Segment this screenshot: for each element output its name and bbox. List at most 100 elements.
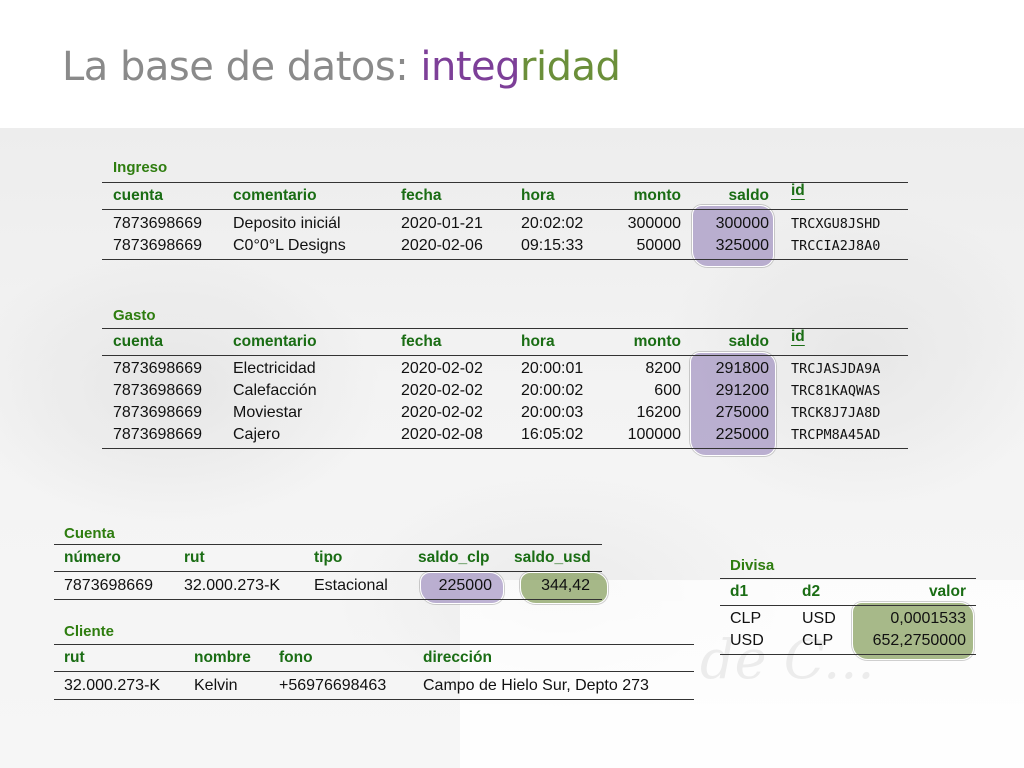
cell-comentario: Moviestar — [233, 404, 303, 421]
header-direccion: dirección — [423, 649, 492, 666]
cell-d1: USD — [730, 632, 764, 649]
header-saldo-usd: saldo_usd — [514, 549, 591, 566]
cell-fono: +56976698463 — [279, 677, 387, 694]
cliente-header-row: rut nombre fono dirección — [54, 645, 694, 671]
table-row: 7873698669 Deposito iniciál 2020-01-21 2… — [102, 213, 908, 235]
header-cuenta: cuenta — [113, 187, 163, 204]
cliente-table: Cliente rut nombre fono dirección 32.000… — [54, 622, 694, 700]
header-d1: d1 — [730, 583, 749, 600]
cell-id: TRCJASJDA9A — [791, 361, 881, 377]
header-rut: rut — [184, 549, 205, 566]
header-id: id — [791, 328, 805, 345]
header-cuenta: cuenta — [113, 333, 163, 350]
cell-saldo: 300000 — [715, 215, 769, 232]
header-id: id — [791, 182, 805, 199]
table-row: CLP USD 0,0001533 — [720, 608, 976, 630]
divisa-caption: Divisa — [730, 557, 775, 574]
cell-saldo: 225000 — [715, 426, 769, 443]
cell-saldo-clp: 225000 — [438, 577, 492, 594]
cell-monto: 8200 — [645, 360, 681, 377]
cell-comentario: Calefacción — [233, 382, 317, 399]
header-fecha: fecha — [401, 333, 442, 350]
cell-valor: 652,2750000 — [872, 632, 966, 649]
header-nombre: nombre — [194, 649, 251, 666]
slide-title: La base de datos: integridad — [62, 44, 621, 90]
cell-monto: 300000 — [627, 215, 681, 232]
cell-cuenta: 7873698669 — [113, 426, 202, 443]
cell-hora: 20:00:03 — [521, 404, 584, 421]
header-rut: rut — [64, 649, 85, 666]
cell-id: TRCK8J7JA8D — [791, 405, 881, 421]
cell-cuenta: 7873698669 — [113, 237, 202, 254]
cell-saldo: 291800 — [715, 360, 769, 377]
header-saldo-clp: saldo_clp — [418, 549, 490, 566]
divisa-header-row: d1 d2 valor — [720, 579, 976, 605]
cell-fecha: 2020-01-21 — [401, 215, 483, 232]
cell-comentario: Electricidad — [233, 360, 316, 377]
cell-comentario: Deposito iniciál — [233, 215, 341, 232]
cell-hora: 20:02:02 — [521, 215, 584, 232]
table-row: 7873698669 Cajero 2020-02-08 16:05:02 10… — [102, 424, 908, 446]
table-row: USD CLP 652,2750000 — [720, 630, 976, 652]
cell-id: TRCXGU8JSHD — [791, 216, 881, 232]
table-row: 7873698669 Electricidad 2020-02-02 20:00… — [102, 358, 908, 380]
table-row: 7873698669 C0°0°L Designs 2020-02-06 09:… — [102, 235, 908, 257]
title-part-green: ridad — [520, 44, 621, 90]
cuenta-header-row: número rut tipo saldo_clp saldo_usd — [54, 545, 602, 571]
cell-rut: 32.000.273-K — [184, 577, 281, 594]
cell-fecha: 2020-02-08 — [401, 426, 483, 443]
cell-cuenta: 7873698669 — [113, 215, 202, 232]
header-fecha: fecha — [401, 187, 442, 204]
cell-d2: CLP — [802, 632, 834, 649]
cell-fecha: 2020-02-06 — [401, 237, 483, 254]
gasto-header-row: cuenta comentario fecha hora monto saldo… — [102, 328, 908, 355]
header-fono: fono — [279, 649, 313, 666]
cell-cuenta: 7873698669 — [113, 382, 202, 399]
cell-monto: 600 — [654, 382, 681, 399]
cell-hora: 20:00:02 — [521, 382, 584, 399]
header-saldo: saldo — [728, 187, 769, 204]
table-row: 7873698669 Calefacción 2020-02-02 20:00:… — [102, 380, 908, 402]
header-hora: hora — [521, 187, 555, 204]
cell-rut: 32.000.273-K — [64, 677, 161, 694]
table-row: 32.000.273-K Kelvin +56976698463 Campo d… — [54, 675, 694, 697]
cell-id: TRCPM8A45AD — [791, 427, 881, 443]
divisa-table: Divisa d1 d2 valor CLP USD 0,0001533 USD… — [720, 556, 976, 655]
cell-direccion: Campo de Hielo Sur, Depto 273 — [423, 677, 649, 694]
table-row: 7873698669 32.000.273-K Estacional 22500… — [54, 575, 602, 597]
cell-id: TRC81KAQWAS — [791, 383, 881, 399]
cell-fecha: 2020-02-02 — [401, 404, 483, 421]
cuenta-caption: Cuenta — [64, 525, 115, 542]
gasto-caption: Gasto — [113, 307, 156, 324]
cell-fecha: 2020-02-02 — [401, 360, 483, 377]
cell-valor: 0,0001533 — [890, 610, 966, 627]
cell-id: TRCCIA2J8A0 — [791, 238, 881, 254]
header-monto: monto — [633, 333, 681, 350]
cell-monto: 100000 — [627, 426, 681, 443]
cell-hora: 09:15:33 — [521, 237, 584, 254]
cell-comentario: Cajero — [233, 426, 281, 443]
cell-hora: 16:05:02 — [521, 426, 584, 443]
header-saldo: saldo — [728, 333, 769, 350]
cell-cuenta: 7873698669 — [113, 404, 202, 421]
ingreso-header-row: cuenta comentario fecha hora monto saldo… — [102, 182, 908, 209]
cell-saldo: 275000 — [715, 404, 769, 421]
cell-d2: USD — [802, 610, 836, 627]
cell-monto: 50000 — [636, 237, 682, 254]
cell-comentario: C0°0°L Designs — [233, 237, 346, 254]
header-valor: valor — [928, 583, 966, 600]
cell-fecha: 2020-02-02 — [401, 382, 483, 399]
header-comentario: comentario — [233, 187, 317, 204]
header-monto: monto — [633, 187, 681, 204]
cell-hora: 20:00:01 — [521, 360, 584, 377]
cell-nombre: Kelvin — [194, 677, 238, 694]
title-part-gray: La base de datos: — [62, 44, 421, 90]
gasto-table: Gasto cuenta comentario fecha hora monto… — [102, 306, 908, 449]
ingreso-table: Ingreso cuenta comentario fecha hora mon… — [102, 158, 908, 260]
table-row: 7873698669 Moviestar 2020-02-02 20:00:03… — [102, 402, 908, 424]
header-d2: d2 — [802, 583, 821, 600]
cell-numero: 7873698669 — [64, 577, 153, 594]
cuenta-table: Cuenta número rut tipo saldo_clp saldo_u… — [54, 524, 602, 600]
cell-saldo-usd: 344,42 — [541, 577, 590, 594]
cliente-caption: Cliente — [64, 623, 115, 640]
